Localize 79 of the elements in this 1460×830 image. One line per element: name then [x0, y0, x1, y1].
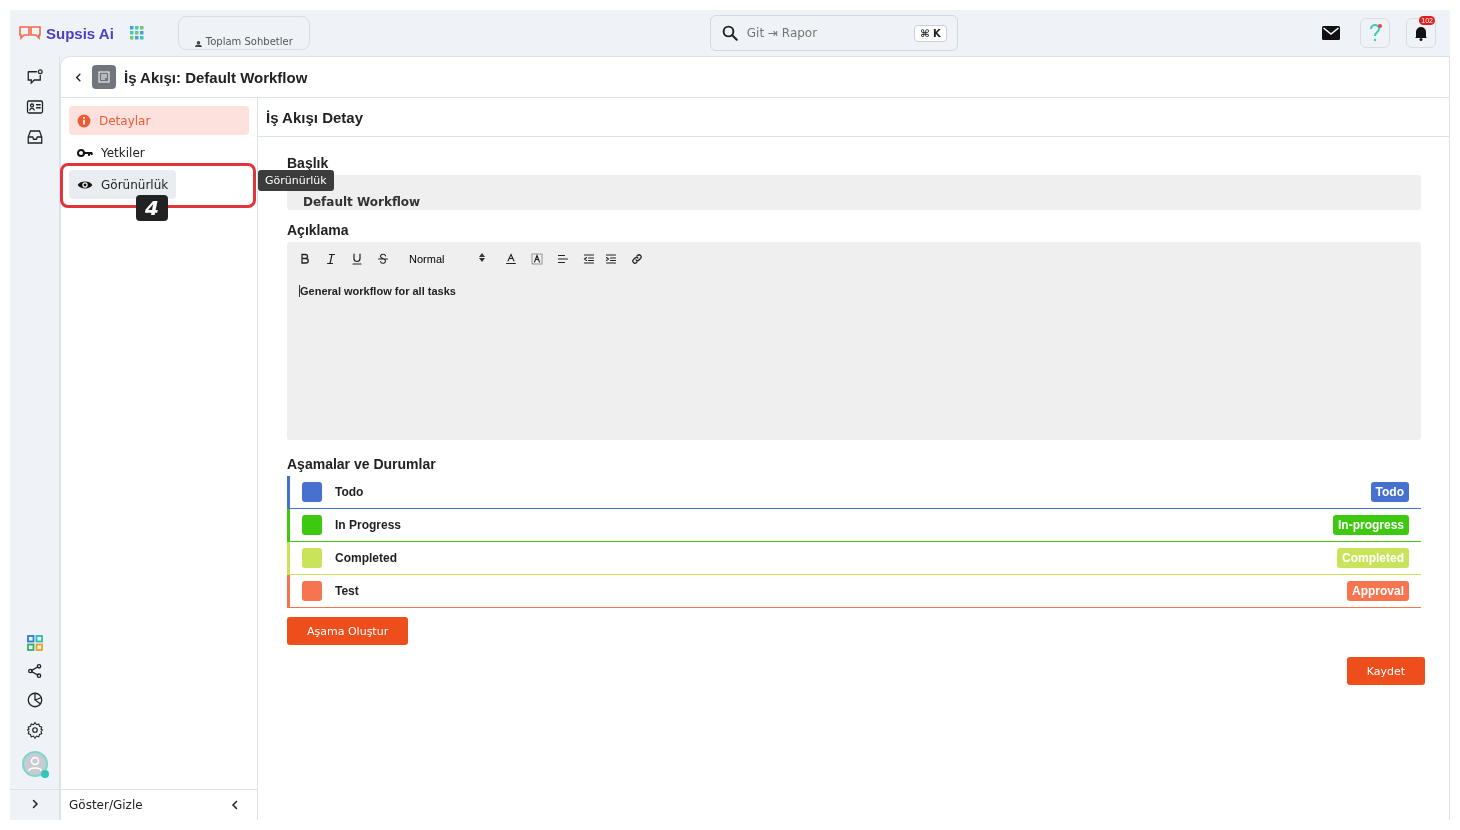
contacts-nav-button[interactable] [25, 98, 44, 116]
stage-name: Completed [335, 551, 398, 565]
italic-button[interactable] [325, 253, 337, 265]
save-button[interactable]: Kaydet [1346, 657, 1425, 685]
settings-icon [25, 721, 44, 739]
chat-nav-button[interactable] [25, 68, 44, 86]
create-stage-button[interactable]: Aşama Oluştur [287, 617, 409, 645]
tooltip: Görünürlük [258, 170, 334, 191]
question-mark-icon [1368, 24, 1382, 42]
indent-button[interactable] [605, 253, 617, 265]
mail-icon [1322, 26, 1340, 40]
text-color-icon [505, 253, 517, 265]
page-title: İş Akışı: Default Workflow [124, 68, 308, 86]
search-field[interactable]: Git ⇥ Rapor ⌘ K [709, 15, 958, 51]
pie-chart-icon [25, 691, 44, 709]
info-icon [77, 113, 91, 128]
section-heading: Aşamalar ve Durumlar [287, 456, 437, 472]
status-tag: Completed [1337, 548, 1409, 568]
link-icon [631, 253, 643, 265]
align-left-icon [557, 253, 569, 265]
stage-name: In Progress [335, 518, 403, 532]
align-left-button[interactable] [557, 253, 569, 265]
inbox-nav-button[interactable] [25, 128, 44, 146]
chat-bubbles-icon [18, 24, 42, 42]
underline-button[interactable] [351, 253, 363, 265]
outdent-icon [583, 253, 595, 265]
status-tag: In-progress [1333, 515, 1409, 535]
workflow-icon [92, 65, 116, 89]
dashboard-nav-button[interactable] [26, 635, 43, 651]
stage-name: Test [335, 584, 360, 598]
field-label: Başlık [287, 155, 330, 171]
outdent-button[interactable] [583, 253, 595, 265]
stage-row[interactable]: Test Approval [287, 575, 1421, 608]
stats-tab[interactable]: Toplam Sohbetler [177, 16, 310, 50]
format-dropdown[interactable]: Normal [409, 253, 485, 265]
strikethrough-icon [377, 253, 389, 265]
description-editor[interactable]: Normal General workflow for all tasks [287, 242, 1421, 440]
section-title: İş Akışı Detay [266, 108, 363, 126]
online-status-dot [40, 770, 49, 778]
sort-caret-icon [479, 253, 485, 262]
person-icon [27, 756, 42, 772]
stage-row[interactable]: Completed Completed [287, 542, 1421, 575]
search-icon [720, 24, 739, 42]
highlight-icon [531, 253, 543, 265]
nav-item[interactable]: Görünürlük [69, 170, 177, 199]
bold-icon [299, 253, 311, 265]
chat-bubble-icon [25, 68, 44, 86]
nav-item[interactable]: Yetkiler [69, 138, 249, 167]
search-input[interactable]: Git ⇥ Rapor [744, 25, 909, 41]
strikethrough-button[interactable] [377, 253, 389, 265]
text-color-button[interactable] [505, 253, 517, 265]
shortcut-hint: ⌘ K [914, 24, 947, 42]
link-button[interactable] [631, 253, 643, 265]
settings-button[interactable] [25, 721, 44, 739]
italic-icon [325, 253, 337, 265]
status-tag: Approval [1347, 581, 1409, 601]
key-icon [77, 146, 93, 159]
stage-name: Todo [335, 485, 365, 499]
inbox-tray-icon [25, 128, 44, 146]
bell-icon [1413, 25, 1429, 41]
share-nav-button[interactable] [26, 663, 43, 679]
id-card-icon [25, 98, 44, 116]
highlight-button[interactable] [531, 253, 543, 265]
step-number: 4 [136, 195, 168, 221]
stage-row[interactable]: In Progress In-progress [287, 509, 1421, 542]
description-text: General workflow for all tasks [299, 285, 1409, 297]
brand-name: Supsis Ai [46, 24, 114, 42]
reports-nav-button[interactable] [25, 691, 44, 709]
bold-button[interactable] [299, 253, 311, 265]
grid-icon [26, 635, 43, 651]
share-icon [26, 663, 43, 679]
indent-icon [605, 253, 617, 265]
status-tag: Todo [1370, 482, 1409, 502]
stage-row[interactable]: Todo Todo [287, 476, 1421, 509]
tab-label: Toplam Sohbetler [205, 36, 293, 47]
field-label: Açıklama [287, 222, 350, 238]
person-icon [194, 40, 202, 47]
underline-icon [351, 253, 363, 265]
toggle-label: Göster/Gizle [69, 798, 143, 812]
